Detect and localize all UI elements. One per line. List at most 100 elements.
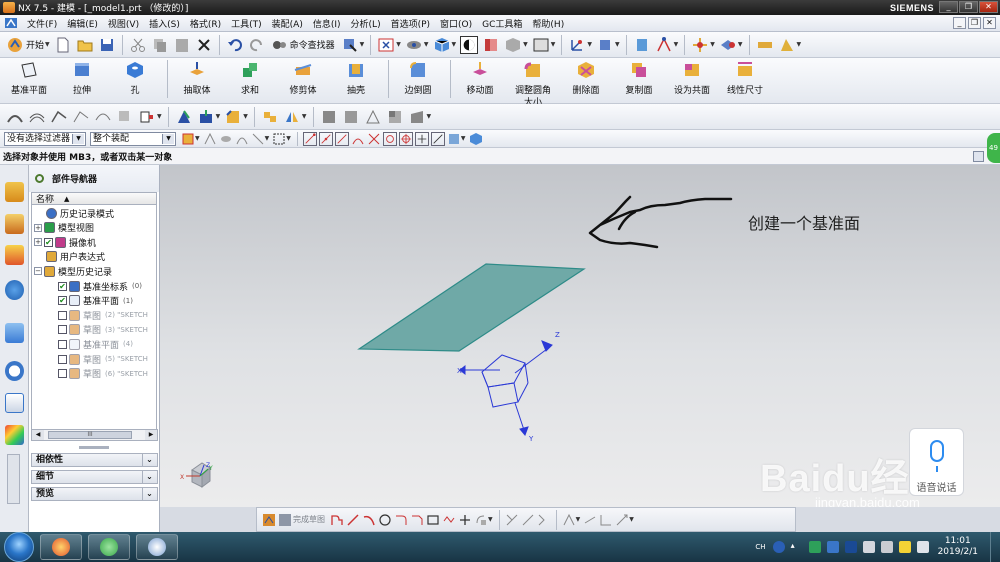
rectangle-icon[interactable] <box>426 513 440 527</box>
command-finder-button[interactable]: 命令查找器 <box>290 38 335 51</box>
tree-node[interactable]: 草图 (2) "SKETCH <box>58 308 148 322</box>
extrude-button[interactable]: 拉伸 <box>57 60 107 96</box>
wcs-icon[interactable] <box>568 36 586 54</box>
make-corner-icon[interactable] <box>537 513 551 527</box>
tree-node[interactable]: 用户表达式 <box>46 250 105 264</box>
bluetooth-icon[interactable] <box>844 541 857 553</box>
render-style-icon[interactable] <box>460 35 479 54</box>
intersection-snap-icon[interactable] <box>367 132 381 146</box>
tree-node[interactable]: 草图 (3) "SKETCH <box>58 323 148 337</box>
visibility-checkbox[interactable] <box>58 369 67 379</box>
reuse-library-tab-icon[interactable] <box>5 280 24 300</box>
chevron-down-icon[interactable]: ⌄ <box>142 488 156 500</box>
scroll-thumb[interactable]: III <box>48 431 132 439</box>
tree-node[interactable]: 基准平面 (4) <box>58 337 133 351</box>
hidden-edges-icon[interactable] <box>504 36 522 54</box>
fit-view-icon[interactable] <box>377 36 395 54</box>
orient-view-icon[interactable] <box>405 36 423 54</box>
panel-splitter[interactable] <box>79 446 109 449</box>
volume-icon[interactable] <box>862 541 875 553</box>
background-icon[interactable] <box>532 36 550 54</box>
point-icon[interactable] <box>458 513 472 527</box>
side-badge[interactable]: 49 <box>987 133 1000 163</box>
cue-line-toggle-icon[interactable] <box>973 151 984 162</box>
existing-point-snap-icon[interactable] <box>414 131 429 146</box>
circle-icon[interactable] <box>378 513 392 527</box>
start-button[interactable]: 开始 <box>26 38 44 51</box>
assembly-navigator-tab-icon[interactable] <box>5 182 24 202</box>
fillet-icon[interactable] <box>394 513 408 527</box>
show-hide-icon[interactable] <box>719 36 737 54</box>
type-filter-select[interactable]: 没有选择过滤器 <box>4 131 86 146</box>
tree-node[interactable]: 草图 (6) "SKETCH <box>58 367 148 381</box>
finish-sketch-icon[interactable] <box>278 513 292 527</box>
through-curves-icon[interactable] <box>50 108 68 126</box>
curve-point-snap-icon[interactable] <box>351 132 365 146</box>
navigator-pin-icon[interactable] <box>35 174 44 183</box>
visibility-checkbox[interactable] <box>58 325 67 335</box>
constraints-icon[interactable] <box>562 513 576 527</box>
face-selection-icon[interactable] <box>219 132 233 146</box>
menu-format[interactable]: 格式(R) <box>185 17 226 30</box>
network-icon[interactable] <box>880 541 893 553</box>
trim-body-button[interactable]: 修剪体 <box>278 60 328 96</box>
part-navigator-tab-icon[interactable] <box>5 245 24 265</box>
edge-selection-icon[interactable] <box>251 132 265 146</box>
resize-blend-button[interactable]: 调整圆角 大小 <box>508 60 558 108</box>
datum-plane[interactable] <box>357 263 586 352</box>
assembly-navigator-icon[interactable] <box>633 36 651 54</box>
visibility-checkbox[interactable] <box>58 354 67 364</box>
doc-restore-button[interactable]: ❐ <box>968 17 981 29</box>
wireframe-shaded-icon[interactable] <box>320 108 338 126</box>
security-shield-icon[interactable] <box>808 541 821 553</box>
visibility-checkbox[interactable]: ✔ <box>58 296 67 306</box>
system-clock[interactable]: 11:01 2019/2/1 <box>938 536 978 558</box>
rectangle-select-icon[interactable] <box>272 132 286 146</box>
collapse-icon[interactable]: − <box>34 267 42 276</box>
tree-node[interactable]: 草图 (5) "SKETCH <box>58 352 148 366</box>
measure-distance-icon[interactable] <box>756 36 774 54</box>
start-menu-button[interactable] <box>4 532 34 562</box>
tree-node[interactable]: 历史记录模式 <box>46 206 114 220</box>
chevron-down-icon[interactable]: ⌄ <box>142 454 156 466</box>
minimize-button[interactable]: _ <box>939 1 958 13</box>
system-materials-tab-icon[interactable] <box>5 393 24 413</box>
delete-face-button[interactable]: 删除面 <box>561 60 611 96</box>
partial-shading-icon[interactable] <box>408 108 426 126</box>
menu-gc-toolkits[interactable]: GC工具箱 <box>477 17 527 30</box>
hd3d-tools-tab-icon[interactable] <box>5 323 24 343</box>
unite-button[interactable]: 求和 <box>225 60 275 96</box>
constraint-navigator-tab-icon[interactable] <box>5 214 24 234</box>
open-folder-icon[interactable] <box>76 36 94 54</box>
visibility-checkbox[interactable] <box>58 310 67 320</box>
taskbar-app-paint[interactable] <box>136 534 178 560</box>
details-panel[interactable]: 细节 ⌄ <box>31 470 158 484</box>
move-face-button[interactable]: 移动面 <box>455 60 505 96</box>
component-select-icon[interactable] <box>469 132 483 146</box>
menu-preferences[interactable]: 首选项(P) <box>386 17 435 30</box>
offset-face-icon[interactable] <box>197 108 215 126</box>
quick-trim-icon[interactable] <box>505 513 519 527</box>
point-on-curve-snap-icon[interactable] <box>430 131 445 146</box>
antivirus-icon[interactable] <box>826 541 839 553</box>
datum-csys[interactable] <box>459 340 553 436</box>
navigator-horizontal-scrollbar[interactable]: ◀ III ▶ <box>31 429 158 441</box>
restore-button[interactable]: ❐ <box>959 1 978 13</box>
chamfer-icon[interactable] <box>224 108 242 126</box>
make-coplanar-button[interactable]: 设为共面 <box>667 60 717 96</box>
curve-selection-icon[interactable] <box>235 132 249 146</box>
arc-icon[interactable] <box>362 513 376 527</box>
flag-icon[interactable] <box>916 541 929 553</box>
auto-constrain-icon[interactable] <box>599 513 613 527</box>
snap-point-icon[interactable] <box>691 36 709 54</box>
expand-icon[interactable]: + <box>34 238 42 247</box>
sketch-icon[interactable] <box>262 513 276 527</box>
menu-view[interactable]: 视图(V) <box>103 17 144 30</box>
blend-surface-icon[interactable] <box>94 108 112 126</box>
save-icon[interactable] <box>98 36 116 54</box>
chamfer-sketch-icon[interactable] <box>410 513 424 527</box>
scroll-left-icon[interactable]: ◀ <box>32 430 44 440</box>
draft-icon[interactable] <box>175 108 193 126</box>
graphics-window[interactable]: Z X Y X Y Z 创建一个基准面 Baidu经验 jingyan.baid… <box>160 165 1000 507</box>
menu-information[interactable]: 信息(I) <box>308 17 346 30</box>
